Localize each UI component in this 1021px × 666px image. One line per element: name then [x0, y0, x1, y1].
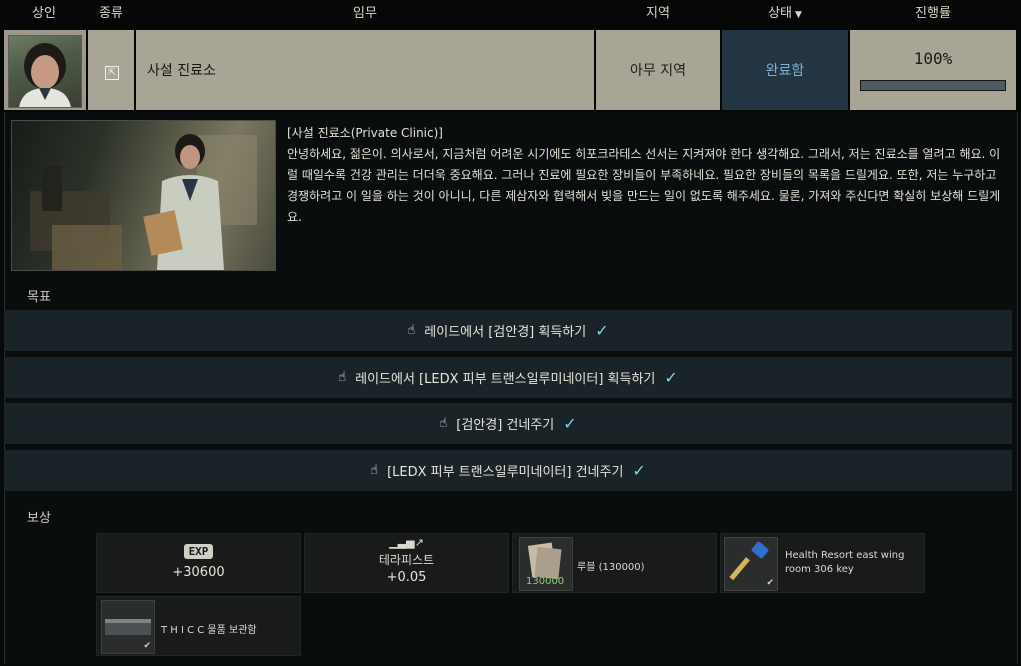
status-cell: 완료함: [722, 30, 848, 110]
roubles-amount: 130000: [526, 576, 565, 587]
reputation-value: +0.05: [386, 570, 427, 585]
reward-reputation: ▁▃▅↗ 테라피스트 +0.05: [304, 533, 509, 593]
container-item-icon: ✔: [101, 600, 155, 654]
exit-icon: ⇱: [105, 66, 119, 80]
found-in-raid-icon: ✔: [766, 578, 774, 588]
pointer-hand-icon: ☝: [370, 463, 379, 478]
task-cell: 사설 진료소: [136, 30, 594, 110]
reputation-trader: 테라피스트: [378, 553, 435, 567]
objective-text: [LEDX 피부 트랜스일루미네이터] 건네주기: [387, 465, 624, 480]
rewards-heading: 보상: [27, 511, 51, 526]
progress-bar: [860, 80, 1006, 91]
checkmark-icon: ✓: [664, 368, 678, 387]
quest-illustration: [11, 120, 276, 271]
location-cell: 아무 지역: [596, 30, 720, 110]
objectives-heading: 목표: [27, 290, 51, 305]
objective-text: 레이드에서 [LEDX 피부 트랜스일루미네이터] 획득하기: [355, 372, 656, 387]
description-body: 안녕하세요, 젊은이. 의사로서, 지금처럼 어려운 시기에도 히포크라테스 선…: [287, 147, 1001, 224]
trader-cell: [4, 30, 86, 110]
exp-value: +30600: [172, 565, 225, 580]
header-trader[interactable]: 상인: [0, 0, 88, 28]
description-title: [사설 진료소(Private Clinic)]: [287, 126, 443, 140]
progress-fill: [861, 81, 1005, 90]
quest-row[interactable]: ⇱ 사설 진료소 아무 지역 완료함 100%: [0, 28, 1021, 112]
pointer-hand-icon: ☝: [439, 416, 448, 431]
objective-item[interactable]: ☝ 레이드에서 [검안경] 획득하기 ✓: [4, 310, 1012, 351]
reward-exp: EXP +30600: [96, 533, 301, 593]
header-progress[interactable]: 진행률: [850, 0, 1016, 28]
pointer-hand-icon: ☝: [338, 370, 347, 385]
reward-key[interactable]: ✔ Health Resort east wing room 306 key: [720, 533, 925, 593]
quest-status: 완료함: [765, 63, 805, 79]
roubles-label: 루블 (130000): [577, 562, 645, 573]
key-item-icon: ✔: [724, 537, 778, 591]
header-type[interactable]: 종류: [88, 0, 134, 28]
reputation-bars-icon: ▁▃▅↗: [389, 536, 424, 549]
header-status-label: 상태: [768, 6, 792, 21]
objective-text: 레이드에서 [검안경] 획득하기: [424, 325, 587, 340]
key-label: Health Resort east wing room 306 key: [785, 550, 905, 575]
objective-item[interactable]: ☝ [LEDX 피부 트랜스일루미네이터] 건네주기 ✓: [4, 450, 1012, 491]
container-label: T H I C C 물품 보관함: [161, 625, 257, 636]
progress-percent: 100%: [913, 49, 953, 68]
checkmark-icon: ✓: [595, 321, 609, 340]
progress-cell: 100%: [850, 30, 1016, 110]
found-in-raid-icon: ✔: [143, 641, 151, 651]
type-cell: ⇱: [88, 30, 134, 110]
reward-container[interactable]: ✔ T H I C C 물품 보관함: [96, 596, 301, 656]
checkmark-icon: ✓: [563, 414, 577, 433]
header-status[interactable]: 상태 ▼: [722, 0, 848, 28]
roubles-item-icon: 130000: [519, 537, 573, 591]
header-task[interactable]: 임무: [136, 0, 594, 28]
objective-item[interactable]: ☝ 레이드에서 [LEDX 피부 트랜스일루미네이터] 획득하기 ✓: [4, 357, 1012, 398]
chevron-down-icon: ▼: [795, 10, 802, 20]
objective-text: [검안경] 건네주기: [456, 418, 555, 433]
checkmark-icon: ✓: [632, 461, 646, 480]
quest-location: 아무 지역: [630, 63, 686, 79]
header-location[interactable]: 지역: [596, 0, 720, 28]
objective-item[interactable]: ☝ [검안경] 건네주기 ✓: [4, 403, 1012, 444]
quest-name: 사설 진료소: [147, 63, 216, 79]
pointer-hand-icon: ☝: [407, 323, 416, 338]
exp-icon: EXP: [183, 544, 214, 559]
reward-roubles[interactable]: 130000 루블 (130000): [512, 533, 717, 593]
trader-avatar: [8, 35, 82, 108]
quest-description: [사설 진료소(Private Clinic)] 안녕하세요, 젊은이. 의사로…: [287, 123, 1009, 228]
column-header: 상인 종류 임무 지역 상태 ▼ 진행률: [0, 0, 1021, 28]
